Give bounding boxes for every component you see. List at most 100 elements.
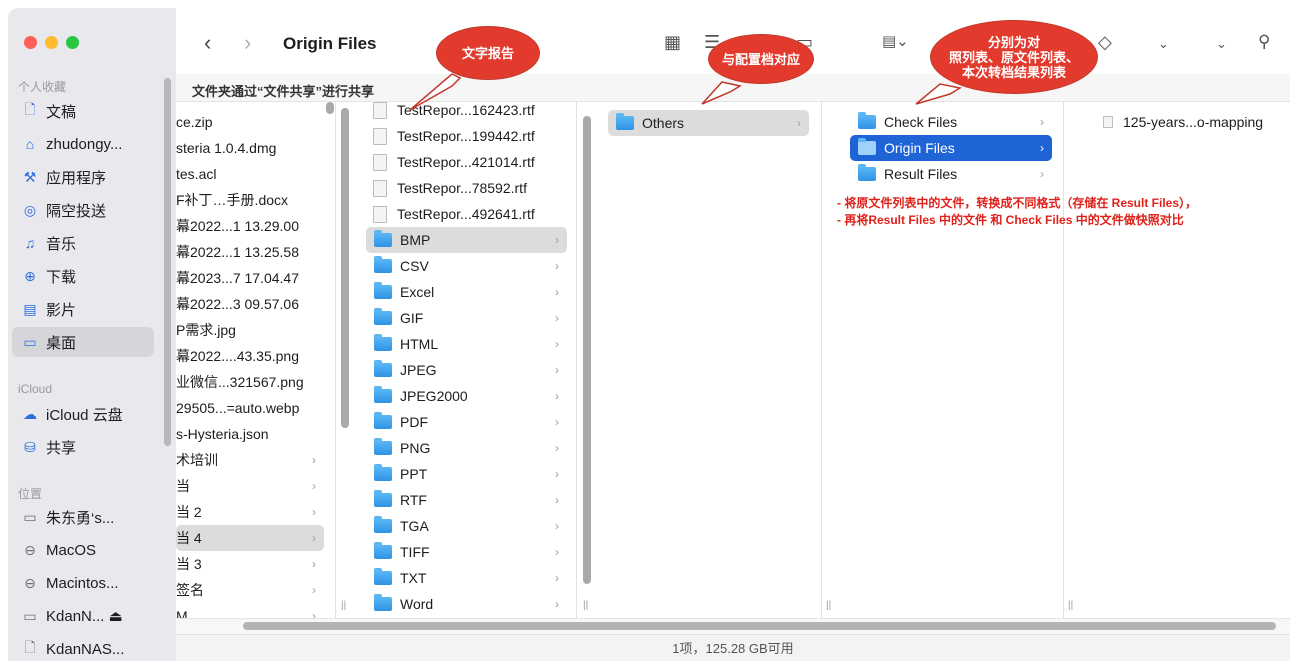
column-resize-handle[interactable]: || [341,600,346,611]
icon-view-icon[interactable]: ▦ [664,32,681,53]
sidebar-item-favorite-6[interactable]: ▤ 影片 [12,294,154,324]
forward-button[interactable]: › [244,30,251,56]
list-item-folder[interactable]: Word › [366,591,567,617]
list-item[interactable]: 当 3 › [176,551,324,577]
sidebar-item-favorite-1[interactable]: ⌂ zhudongy... [12,129,154,159]
list-item-folder[interactable]: PDF › [366,409,567,435]
column-2-scroll-thumb[interactable] [583,116,591,584]
list-item[interactable]: 术培训 › [176,447,324,473]
list-item-label: Excel [400,284,435,300]
chevron-down-icon[interactable]: ⌄ [1158,36,1169,52]
close-window-button[interactable] [24,36,37,49]
list-item[interactable]: 幕2023...7 17.04.47 [176,265,324,291]
tag-icon[interactable]: ◇ [1098,32,1112,53]
list-item-folder[interactable]: CSV › [366,253,567,279]
sidebar-item-location-2[interactable]: ⊖ Macintos... [12,568,154,598]
shared-folder-icon: ⛁ [24,438,36,455]
list-item-label: F补丁…手册.docx [176,192,289,208]
sidebar-scrollbar[interactable] [164,78,171,446]
list-item[interactable]: P需求.jpg [176,317,324,343]
more-chevron-down-icon[interactable]: ⌄ [1216,36,1227,52]
sidebar-item-favorite-5[interactable]: ⊕ 下载 [12,261,154,291]
sidebar-item-location-4[interactable]: 🗋 KdanNAS... [12,634,154,661]
column-resize-handle[interactable]: || [826,600,831,611]
list-item[interactable]: 幕2022...3 09.57.06 [176,291,324,317]
list-item[interactable]: 幕2022...1 13.25.58 [176,239,324,265]
list-item-check-files[interactable]: Check Files › [850,109,1052,135]
list-item-folder[interactable]: TXT › [366,565,567,591]
document-icon: 🗋 [24,639,36,655]
search-icon[interactable]: ⚲ [1258,32,1270,52]
list-item-label: TIFF [400,544,430,560]
list-item-result-files[interactable]: Result Files › [850,161,1052,187]
list-item-folder[interactable]: BMP › [366,227,567,253]
list-item-file[interactable]: TestRepor...162423.rtf [373,102,563,123]
folder-icon [374,334,392,351]
sidebar-item-location-3[interactable]: ▭ KdanN... ⏏ [12,601,154,631]
list-item-label: TestRepor...78592.rtf [397,180,527,196]
list-item[interactable]: steria 1.0.4.dmg [176,135,324,161]
list-item[interactable]: 29505...=auto.webp [176,395,324,421]
list-item-others[interactable]: Others › [608,110,809,136]
column-others: TestRepor...162423.rtf TestRepor...199442… [355,102,577,618]
list-item-folder[interactable]: JPEG › [366,357,567,383]
list-item-file[interactable]: TestRepor...421014.rtf [373,149,563,175]
list-item-file[interactable]: TestRepor...199442.rtf [373,123,563,149]
column-1-scroll-thumb[interactable] [341,108,349,428]
laptop-icon: ▭ [23,508,37,525]
list-item[interactable]: s-Hysteria.json [176,421,324,447]
sidebar-item-favorite-2[interactable]: ⚒ 应用程序 [12,162,154,192]
list-item-file[interactable]: TestRepor...78592.rtf [373,175,563,201]
minimize-window-button[interactable] [45,36,58,49]
list-item[interactable]: 当 2 › [176,499,324,525]
list-item[interactable]: 当 4 › [176,525,324,551]
chevron-right-icon: › [555,545,559,559]
list-item[interactable]: F补丁…手册.docx [176,187,324,213]
list-item-folder[interactable]: Excel › [366,279,567,305]
sidebar-item-favorite-7[interactable]: ▭ 桌面 [12,327,154,357]
list-item-folder[interactable]: GIF › [366,305,567,331]
horizontal-scrollbar-thumb[interactable] [243,622,1276,630]
list-item[interactable]: 幕2022...1 13.29.00 [176,213,324,239]
sidebar-item-location-0[interactable]: ▭ 朱东勇‘s... [12,502,154,532]
rtf-file-icon [373,179,387,197]
list-item-label: TestRepor...199442.rtf [397,128,535,144]
list-item[interactable]: 业微信...321567.png [176,369,324,395]
sidebar-item-favorite-0[interactable]: 🗋 文稿 [12,96,154,126]
zoom-window-button[interactable] [66,36,79,49]
list-item-folder[interactable]: TIFF › [366,539,567,565]
disk-icon: ⊖ [24,574,36,591]
list-item[interactable]: ce.zip [176,109,324,135]
group-menu-icon[interactable]: ▤⌄ [882,32,909,50]
music-icon: ♫ [24,235,36,251]
list-item-folder[interactable]: TGA › [366,513,567,539]
sidebar-item-icloud-0[interactable]: ☁ iCloud 云盘 [12,399,154,429]
list-item-folder[interactable]: PNG › [366,435,567,461]
annotation-line: 照列表、原文件列表、 [948,49,1079,65]
list-item-folder[interactable]: HTML › [366,331,567,357]
column-resize-handle[interactable]: || [1068,600,1073,611]
list-item[interactable]: tes.acl [176,161,324,187]
list-item[interactable]: 当 › [176,473,324,499]
chevron-right-icon: › [555,363,559,377]
sidebar-item-icloud-1[interactable]: ⛁ 共享 [12,432,154,462]
sidebar-item-favorite-3[interactable]: ◎ 隔空投送 [12,195,154,225]
chevron-right-icon: › [312,609,316,618]
list-item[interactable]: 幕2022....43.35.png [176,343,324,369]
list-item-folder[interactable]: JPEG2000 › [366,383,567,409]
back-button[interactable]: ‹ [204,30,211,56]
sidebar-item-favorite-4[interactable]: ♫ 音乐 [12,228,154,258]
list-item-folder[interactable]: RTF › [366,487,567,513]
list-item-origin-files[interactable]: Origin Files › [850,135,1052,161]
list-item[interactable]: 签名 › [176,577,324,603]
column-resize-handle[interactable]: || [583,600,588,611]
chevron-right-icon: › [555,597,559,611]
list-item-file[interactable]: TestRepor...492641.rtf [373,201,563,227]
sidebar-item-location-1[interactable]: ⊖ MacOS [12,535,154,565]
shared-folder-text: 文件夹通过“文件共享”进行共享 [192,84,375,99]
list-item-folder[interactable]: PPT › [366,461,567,487]
window-controls [24,36,79,49]
list-item[interactable]: M › [176,603,324,618]
column-1-scrollbar[interactable] [326,102,334,114]
list-item-file[interactable]: 125-years...o-mapping [1103,109,1290,135]
